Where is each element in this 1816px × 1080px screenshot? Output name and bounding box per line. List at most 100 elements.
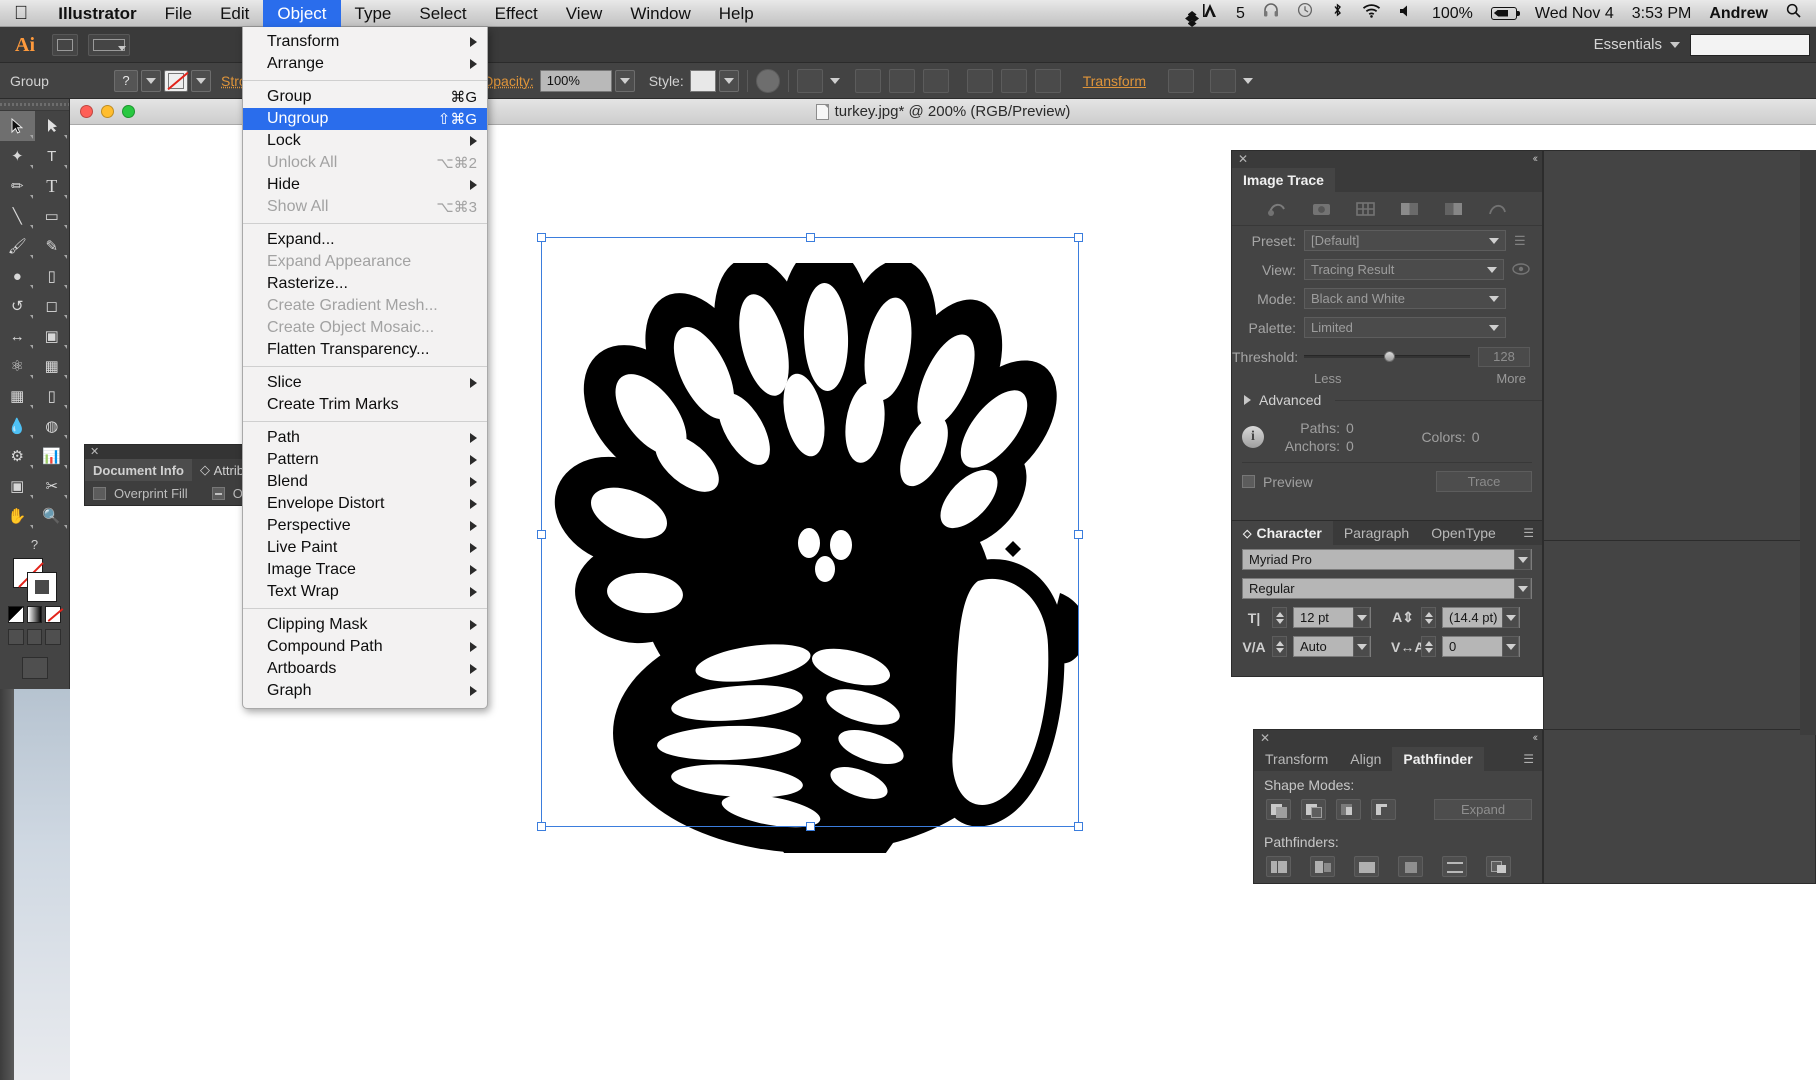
artboard-tool[interactable]: ▣ — [0, 471, 35, 501]
menu-object[interactable]: Object — [263, 0, 340, 27]
unite-icon[interactable] — [1266, 799, 1291, 820]
eyedropper-tool[interactable]: 💧 — [0, 411, 35, 441]
overprint-fill-checkbox[interactable] — [93, 487, 106, 500]
intersect-icon[interactable] — [1336, 799, 1361, 820]
selection-bounding-box[interactable] — [541, 237, 1079, 827]
menu-item-pattern[interactable]: Pattern — [243, 449, 487, 471]
mesh-tool[interactable]: ▦ — [0, 381, 35, 411]
preview-checkbox[interactable] — [1242, 475, 1255, 488]
paintbrush-tool[interactable]: 🖌 — [0, 231, 35, 261]
object-dropdown-menu[interactable]: Transform Arrange Group ⌘G Ungroup ⇧⌘G L… — [242, 27, 488, 709]
selection-handle-mr[interactable] — [1074, 530, 1083, 539]
menu-item-hide[interactable]: Hide — [243, 174, 487, 196]
apple-icon[interactable]:  — [14, 4, 28, 23]
fill-dropdown-icon[interactable] — [141, 70, 161, 92]
character-panel-menu-icon[interactable]: ☰ — [1523, 521, 1542, 545]
column-graph-tool[interactable]: 📊 — [35, 441, 70, 471]
crop-icon[interactable] — [1398, 856, 1423, 877]
search-input[interactable] — [1690, 34, 1810, 56]
menu-item-group[interactable]: Group ⌘G — [243, 86, 487, 108]
pen-tool[interactable]: ✏ — [0, 171, 35, 201]
outline-icon[interactable] — [1487, 200, 1508, 217]
menu-window[interactable]: Window — [616, 0, 704, 27]
stroke-color-swatch[interactable] — [164, 70, 188, 92]
slider-knob[interactable] — [1384, 351, 1395, 362]
line-segment-tool[interactable]: ╲ — [0, 201, 35, 231]
menu-item-envelope-distort[interactable]: Envelope Distort — [243, 493, 487, 515]
tracking-stepper[interactable] — [1421, 636, 1436, 657]
recolor-artwork-icon[interactable] — [1210, 69, 1236, 93]
adobe-cc-icon[interactable] — [1194, 0, 1227, 27]
minus-back-icon[interactable] — [1486, 856, 1511, 877]
hand-tool[interactable]: ✋ — [0, 501, 35, 531]
font-style-select[interactable]: Regular — [1242, 578, 1532, 599]
rotate-tool[interactable]: ↺ — [0, 291, 35, 321]
pencil-tool[interactable]: ✎ — [35, 231, 70, 261]
go-to-bridge-icon[interactable] — [52, 34, 78, 56]
none-button[interactable] — [45, 606, 61, 623]
leading-stepper[interactable] — [1421, 607, 1436, 628]
workspace-switcher[interactable]: Essentials — [1594, 36, 1680, 53]
menu-item-arrange[interactable]: Arrange — [243, 53, 487, 75]
isolate-selected-icon[interactable] — [1168, 69, 1194, 93]
tab-pathfinder[interactable]: Pathfinder — [1392, 747, 1483, 771]
menu-effect[interactable]: Effect — [481, 0, 552, 27]
menu-edit[interactable]: Edit — [206, 0, 263, 27]
scale-tool[interactable]: ◻ — [35, 291, 70, 321]
zoom-tool[interactable]: 🔍 — [35, 501, 70, 531]
mode-select[interactable]: Black and White — [1304, 288, 1506, 309]
selection-handle-br[interactable] — [1074, 822, 1083, 831]
menu-item-live-paint[interactable]: Live Paint — [243, 537, 487, 559]
image-trace-titlebar[interactable]: ✕ ‹‹ — [1232, 151, 1542, 168]
symbol-sprayer-tool[interactable]: ⚙ — [0, 441, 35, 471]
view-select[interactable]: Tracing Result — [1304, 259, 1504, 280]
color-button[interactable] — [8, 606, 24, 623]
advanced-disclosure[interactable]: Advanced — [1232, 386, 1542, 414]
close-icon[interactable]: ✕ — [1260, 731, 1270, 745]
overprint-stroke-checkbox[interactable] — [212, 487, 225, 500]
distribute-bottom-icon[interactable] — [1035, 69, 1061, 93]
tab-paragraph[interactable]: Paragraph — [1333, 521, 1420, 545]
opacity-mask-icon[interactable] — [756, 69, 780, 93]
align-left-icon[interactable] — [855, 69, 881, 93]
selection-tool[interactable] — [0, 111, 35, 141]
auto-color-icon[interactable] — [1267, 200, 1288, 217]
menu-item-blend[interactable]: Blend — [243, 471, 487, 493]
screen-mode-button[interactable] — [22, 657, 48, 679]
menu-item-compound-path[interactable]: Compound Path — [243, 636, 487, 658]
draw-behind-icon[interactable] — [27, 629, 43, 645]
preset-select[interactable]: [Default] — [1304, 230, 1506, 251]
headphones-icon[interactable] — [1254, 0, 1288, 27]
selection-handle-tm[interactable] — [806, 233, 815, 242]
time-machine-icon[interactable] — [1288, 0, 1322, 27]
tracking-input[interactable]: 0 — [1442, 636, 1520, 657]
menubar-user[interactable]: Andrew — [1700, 0, 1777, 27]
width-tool[interactable]: ↔ — [0, 321, 35, 351]
palette-select[interactable]: Limited — [1304, 317, 1506, 338]
draw-normal-icon[interactable] — [8, 629, 24, 645]
menu-item-create-trim-marks[interactable]: Create Trim Marks — [243, 394, 487, 416]
black-white-icon[interactable] — [1443, 200, 1464, 217]
kerning-input[interactable]: Auto — [1293, 636, 1371, 657]
shape-builder-tool[interactable]: ⚛ — [0, 351, 35, 381]
wifi-icon[interactable] — [1353, 0, 1390, 27]
grayscale-icon[interactable] — [1399, 200, 1420, 217]
distribute-center-icon[interactable] — [1001, 69, 1027, 93]
minimize-button[interactable] — [101, 105, 114, 118]
rectangle-tool[interactable]: ▭ — [35, 201, 70, 231]
menu-item-lock[interactable]: Lock — [243, 130, 487, 152]
selection-handle-bm[interactable] — [806, 822, 815, 831]
blend-tool[interactable]: ◍ — [35, 411, 70, 441]
menu-item-clipping-mask[interactable]: Clipping Mask — [243, 614, 487, 636]
menu-item-artboards[interactable]: Artboards — [243, 658, 487, 680]
volume-icon[interactable] — [1390, 0, 1423, 27]
align-dropdown-icon[interactable] — [825, 70, 845, 92]
panel-collapse-rail[interactable] — [1800, 150, 1816, 735]
style-dropdown-icon[interactable] — [719, 70, 739, 92]
menu-item-perspective[interactable]: Perspective — [243, 515, 487, 537]
pathfinder-panel[interactable]: ✕ ‹‹ Transform Align Pathfinder ☰ Shape … — [1253, 729, 1543, 884]
align-right-icon[interactable] — [923, 69, 949, 93]
tab-image-trace[interactable]: Image Trace — [1232, 168, 1335, 192]
zoom-button[interactable] — [122, 105, 135, 118]
threshold-slider[interactable] — [1304, 346, 1470, 367]
